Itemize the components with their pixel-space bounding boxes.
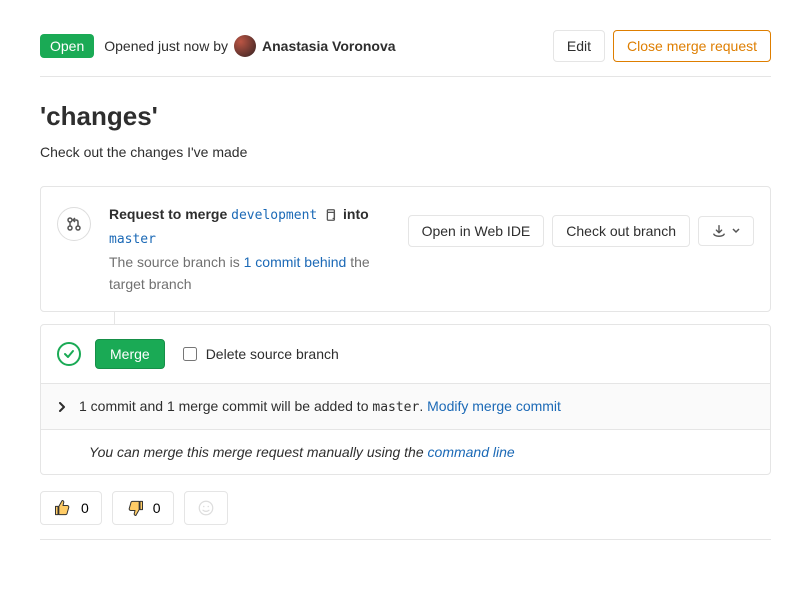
- delete-source-branch-label: Delete source branch: [206, 346, 339, 362]
- commits-behind-link[interactable]: 1 commit behind: [244, 254, 347, 270]
- thumbs-up-button[interactable]: 0: [40, 491, 102, 525]
- behind-prefix: The source branch is: [109, 254, 244, 270]
- source-branch-link[interactable]: development: [231, 208, 317, 223]
- open-web-ide-button[interactable]: Open in Web IDE: [408, 215, 545, 247]
- delete-source-branch-input[interactable]: [183, 347, 197, 361]
- delete-source-branch-checkbox[interactable]: Delete source branch: [179, 344, 339, 364]
- manual-merge-row: You can merge this merge request manuall…: [41, 429, 770, 474]
- expand-commit-summary[interactable]: [57, 402, 67, 412]
- close-merge-request-button[interactable]: Close merge request: [613, 30, 771, 62]
- reactions-bar: 0 0: [40, 491, 771, 540]
- panel-connector: [114, 312, 771, 324]
- merge-action-buttons: Open in Web IDE Check out branch: [408, 215, 754, 247]
- target-branch-name: master: [372, 400, 419, 415]
- mr-header: Open Opened just now by Anastasia Vorono…: [40, 30, 771, 77]
- manual-merge-text: You can merge this merge request manuall…: [89, 444, 428, 460]
- author-link[interactable]: Anastasia Voronova: [262, 38, 396, 54]
- merge-ready-panel: Merge Delete source branch 1 commit and …: [40, 324, 771, 475]
- thumbs-down-icon: [125, 498, 145, 518]
- merge-commit-count: 1 merge commit: [167, 398, 267, 414]
- command-line-link[interactable]: command line: [428, 444, 515, 460]
- and-word: and: [136, 398, 167, 414]
- chevron-right-icon: [57, 402, 67, 412]
- merge-button[interactable]: Merge: [95, 339, 165, 369]
- author-avatar[interactable]: [234, 35, 256, 57]
- thumbs-down-count: 0: [153, 500, 161, 516]
- commit-count: 1 commit: [79, 398, 136, 414]
- added-to-text: will be added to: [267, 398, 372, 414]
- status-badge: Open: [40, 34, 94, 58]
- merge-request-icon: [57, 207, 91, 241]
- merge-request-panel: Request to merge development into master…: [40, 186, 771, 312]
- edit-button[interactable]: Edit: [553, 30, 605, 62]
- modify-merge-commit-link[interactable]: Modify merge commit: [427, 398, 561, 414]
- thumbs-up-count: 0: [81, 500, 89, 516]
- request-to-merge-label: Request to merge: [109, 206, 227, 222]
- copy-branch-icon[interactable]: [323, 208, 337, 222]
- thumbs-down-button[interactable]: 0: [112, 491, 174, 525]
- status-check-icon: [57, 342, 81, 366]
- merge-info-text: Request to merge development into master…: [109, 203, 396, 295]
- period: .: [419, 398, 427, 414]
- mr-description: Check out the changes I've made: [40, 144, 771, 160]
- download-dropdown-button[interactable]: [698, 216, 754, 246]
- check-out-branch-button[interactable]: Check out branch: [552, 215, 690, 247]
- commit-summary-row: 1 commit and 1 merge commit will be adde…: [41, 383, 770, 429]
- mr-title: 'changes': [40, 101, 771, 132]
- smiley-icon: [197, 499, 215, 517]
- target-branch-link[interactable]: master: [109, 232, 156, 247]
- download-icon: [712, 224, 726, 238]
- thumbs-up-icon: [53, 498, 73, 518]
- into-label: into: [343, 206, 369, 222]
- opened-text: Opened just now by: [104, 38, 228, 54]
- add-reaction-button[interactable]: [184, 491, 228, 525]
- chevron-down-icon: [732, 227, 740, 235]
